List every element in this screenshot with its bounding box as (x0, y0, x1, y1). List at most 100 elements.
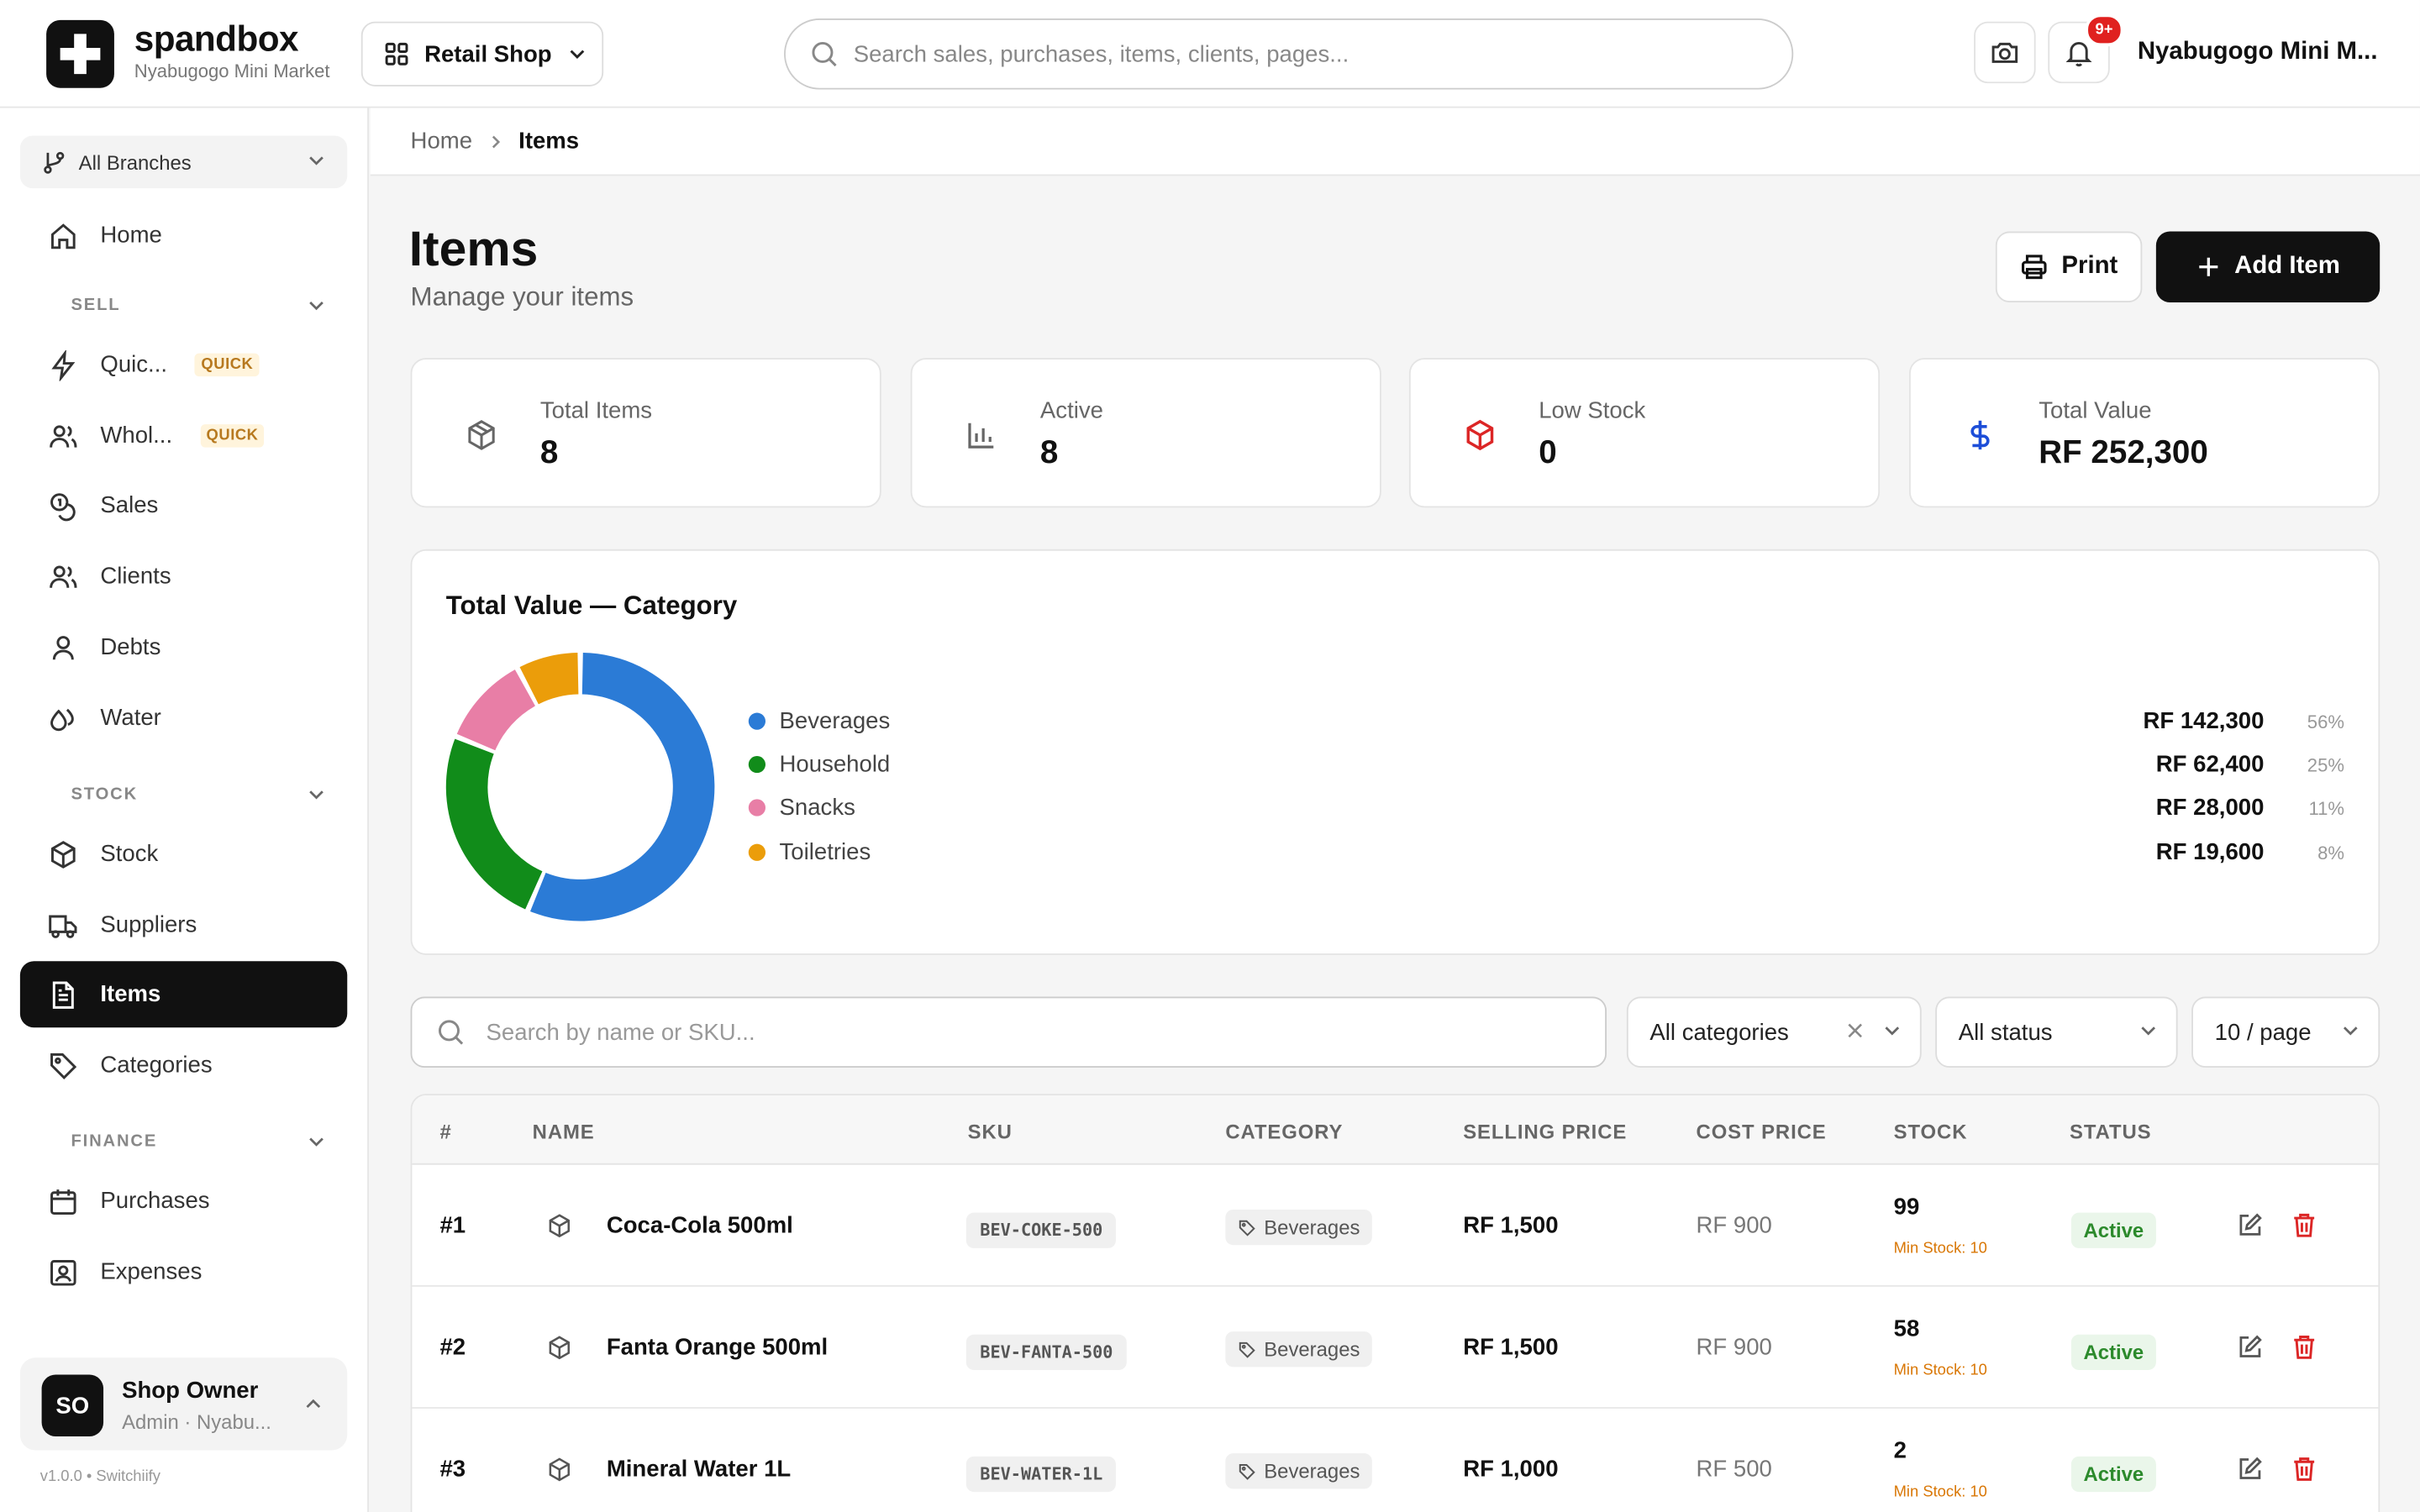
page-title: Items (408, 220, 539, 276)
item-search-placeholder: Search by name or SKU... (486, 1019, 755, 1046)
trash-icon[interactable] (2291, 1333, 2318, 1361)
chevron-down-icon (1885, 1026, 1900, 1036)
quick-badge: QUICK (200, 424, 265, 448)
donut-chart (445, 652, 715, 921)
section-stock: STOCK (71, 785, 139, 804)
table-row[interactable]: #1 Coca-Cola 500ml BEV-COKE-500 Beverage… (412, 1165, 2379, 1287)
sidebar-item-items[interactable]: Items (19, 961, 348, 1028)
section-sell: SELL (71, 296, 121, 315)
sidebar-item-purchases[interactable]: Purchases (20, 1168, 347, 1234)
breadcrumb: Home Items (370, 108, 2420, 176)
legend-value: RF 142,300 (2143, 708, 2265, 735)
stat-label: Active (1039, 397, 1103, 425)
item-category-label: Beverages (1264, 1215, 1360, 1239)
column-header[interactable]: COST PRICE (1697, 1120, 1827, 1143)
sidebar-item-categories[interactable]: Categories (20, 1032, 347, 1099)
legend-label: Snacks (779, 794, 855, 822)
chevron-right-icon (492, 134, 501, 148)
table-row[interactable]: #3 Mineral Water 1L BEV-WATER-1L Beverag… (412, 1409, 2378, 1512)
bar-chart-icon (968, 423, 994, 449)
item-search-input[interactable]: Search by name or SKU... (410, 996, 1607, 1068)
section-finance: FINANCE (71, 1132, 158, 1152)
print-button[interactable]: Print (1995, 231, 2143, 302)
sidebar-item-clients[interactable]: Clients (20, 543, 347, 610)
user-menu[interactable]: Nyabugogo Mini M... (2138, 39, 2378, 66)
global-search-input[interactable]: Search sales, purchases, items, clients,… (784, 18, 1794, 90)
sidebar-item-quick-sale[interactable]: Quic... QUICK (20, 332, 347, 398)
box-icon (549, 1336, 570, 1360)
legend-percent: 56% (2307, 711, 2344, 733)
sidebar-item-label: Categories (100, 1052, 213, 1079)
page-size-value: 10 / page (2214, 1019, 2312, 1046)
min-stock: Min Stock: 10 (1893, 1362, 1987, 1380)
sidebar-item-wholesale[interactable]: Whol... QUICK (20, 402, 347, 469)
breadcrumb-home[interactable]: Home (411, 128, 472, 154)
legend-item: Household (748, 751, 890, 778)
legend-percent: 25% (2307, 754, 2344, 776)
user-icon (52, 635, 74, 659)
sidebar-item-label: Suppliers (100, 911, 197, 938)
edit-icon[interactable] (2236, 1333, 2264, 1361)
sidebar-item-label: Items (100, 981, 161, 1008)
branch-label: All Branches (78, 150, 192, 174)
camera-button[interactable] (1974, 21, 2036, 84)
tag-icon (1239, 1219, 1255, 1236)
legend-item: Snacks (748, 794, 855, 822)
edit-icon[interactable] (2236, 1455, 2264, 1483)
trash-icon[interactable] (2291, 1455, 2318, 1483)
tag-icon (50, 1052, 77, 1079)
item-name[interactable]: Fanta Orange 500ml (607, 1335, 828, 1361)
sidebar-item-expenses[interactable]: Expenses (20, 1239, 347, 1305)
column-header[interactable]: SELLING PRICE (1463, 1120, 1627, 1143)
item-sku: BEV-FANTA-500 (965, 1334, 1127, 1370)
droplets-icon (50, 707, 74, 731)
sidebar-item-home[interactable]: Home (20, 202, 347, 269)
status-filter-value: All status (1958, 1019, 2053, 1046)
category-filter[interactable]: All categories (1626, 996, 1922, 1068)
donut-slice-snacks[interactable] (456, 669, 535, 751)
logo-icon[interactable] (46, 19, 114, 88)
column-header[interactable]: SKU (968, 1120, 1013, 1143)
chevron-down-icon[interactable] (308, 297, 326, 315)
sidebar-item-water[interactable]: Water (20, 685, 347, 751)
page-size-select[interactable]: 10 / page (2191, 996, 2381, 1068)
edit-icon[interactable] (2236, 1211, 2264, 1239)
chevron-up-icon (306, 1399, 321, 1409)
status-filter[interactable]: All status (1935, 996, 2178, 1068)
avatar: SO (41, 1374, 104, 1436)
notifications-button[interactable]: 9+ (2048, 13, 2124, 84)
stat-card-total-items: Total Items 8 (410, 358, 881, 508)
user-card[interactable]: SO Shop Owner Admin · Nyabu... (19, 1357, 348, 1451)
sidebar-item-stock[interactable]: Stock (20, 821, 347, 887)
trash-icon[interactable] (2291, 1211, 2318, 1239)
chevron-down-icon (569, 50, 584, 60)
donut-slice-household[interactable] (445, 738, 543, 910)
sidebar-item-suppliers[interactable]: Suppliers (20, 892, 347, 958)
row-number: #3 (439, 1456, 466, 1483)
version-label: v1.0.0 • Switchiify (39, 1468, 160, 1486)
chevron-down-icon[interactable] (308, 1132, 326, 1151)
item-name[interactable]: Mineral Water 1L (607, 1457, 791, 1483)
column-header[interactable]: NAME (533, 1120, 595, 1143)
chevron-down-icon[interactable] (308, 785, 326, 804)
branch-selector[interactable]: All Branches (19, 135, 348, 189)
sidebar-item-sales[interactable]: Sales (20, 472, 347, 538)
column-header[interactable]: STOCK (1894, 1120, 1968, 1143)
file-text-icon (52, 980, 74, 1008)
legend-value: RF 19,600 (2155, 839, 2265, 866)
stat-card-total-value: Total Value RF 252,300 (1908, 358, 2381, 508)
close-icon[interactable] (1846, 1021, 1865, 1040)
table-row[interactable]: #2 Fanta Orange 500ml BEV-FANTA-500 Beve… (412, 1287, 2379, 1409)
table-header: # NAME SKU CATEGORY SELLING PRICE COST P… (412, 1095, 2379, 1165)
column-header[interactable]: STATUS (2070, 1120, 2151, 1143)
column-header[interactable]: CATEGORY (1225, 1120, 1343, 1143)
shop-selector[interactable]: Retail Shop (360, 21, 604, 87)
stat-value: 8 (539, 434, 559, 471)
sidebar-item-debts[interactable]: Debts (20, 614, 347, 680)
item-name[interactable]: Coca-Cola 500ml (607, 1213, 793, 1239)
selling-price: RF 1,500 (1463, 1334, 1559, 1361)
add-item-button[interactable]: Add Item (2155, 231, 2381, 302)
chevron-down-icon (2343, 1026, 2358, 1036)
stat-value: 8 (1039, 434, 1059, 471)
item-category: Beverages (1225, 1453, 1373, 1489)
